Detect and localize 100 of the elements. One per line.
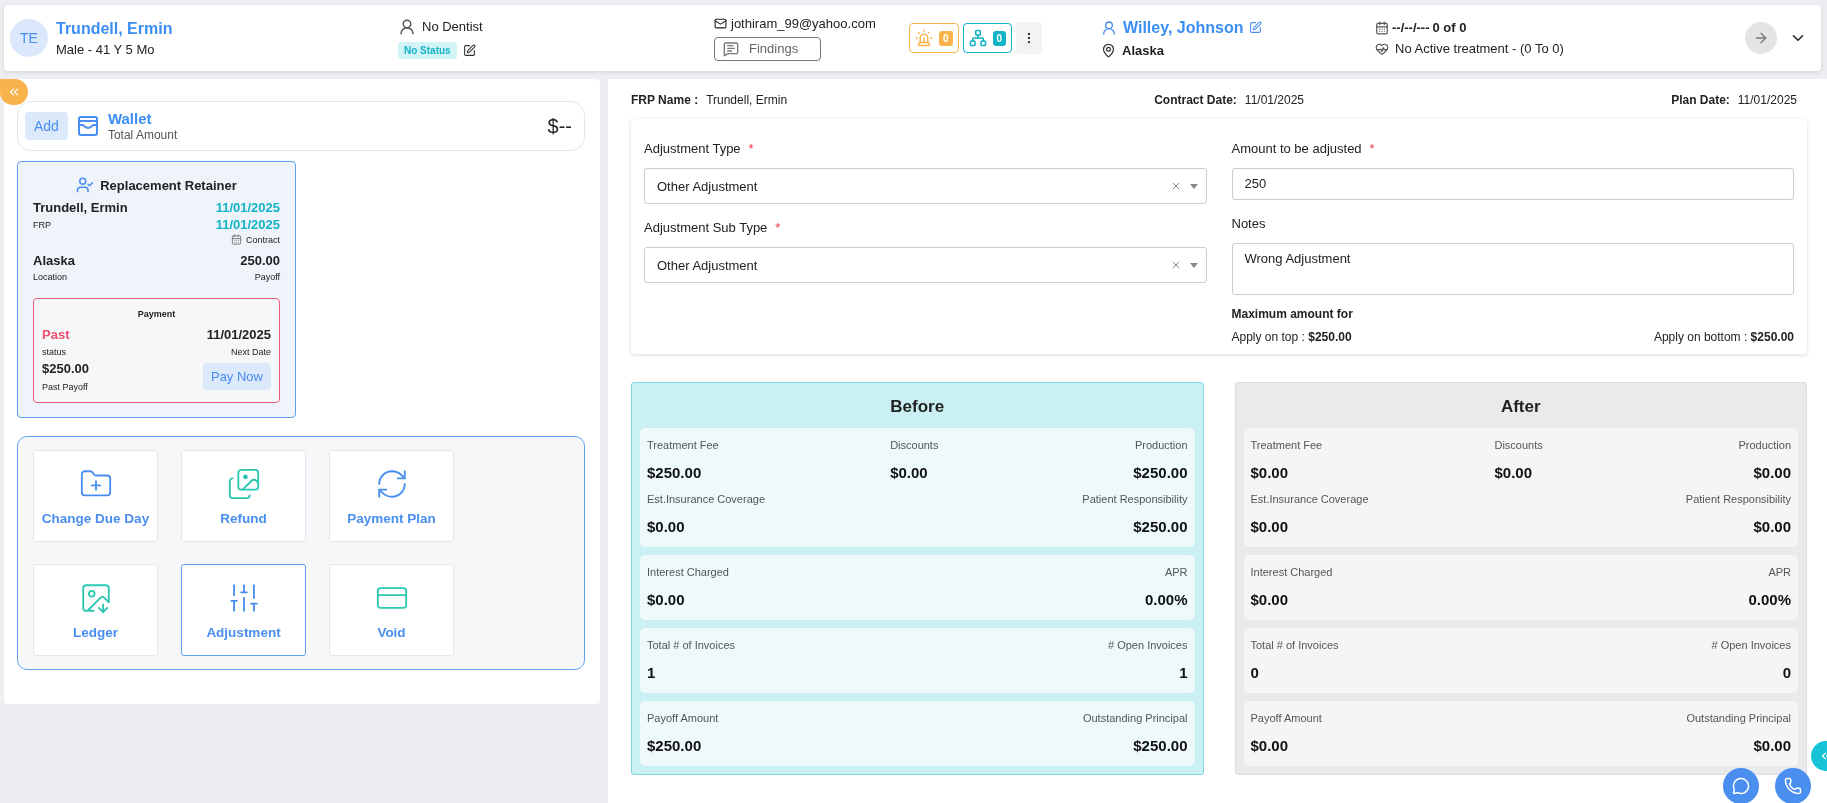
summary-value: 11/01/2025	[1737, 93, 1797, 107]
metric-value: $250.00	[1133, 518, 1188, 535]
field-label: Amount to be adjusted	[1231, 141, 1362, 156]
edit-icon[interactable]	[462, 43, 476, 57]
metric-label: Treatment Fee	[647, 439, 719, 451]
metric-value: $250.00	[647, 737, 702, 754]
metric-label: Treatment Fee	[1250, 439, 1323, 451]
plan-location: Alaska	[33, 253, 75, 268]
payment-status: Past	[42, 327, 70, 342]
field-label: Adjustment Sub Type	[644, 220, 768, 235]
metric-value: 0	[1782, 664, 1791, 681]
treatment-status: No Active treatment - (0 To 0)	[1395, 41, 1564, 56]
metric-label: Total # of Invoices	[647, 639, 736, 651]
payment-label: Next Date	[230, 347, 271, 357]
metric-label: Payoff Amount	[1250, 712, 1322, 724]
metric-value: $250.00	[647, 464, 702, 481]
action-tile[interactable]: Ledger	[33, 564, 158, 656]
metric-value: $0.00	[890, 464, 928, 481]
hierarchy-icon	[968, 29, 987, 47]
notes-field[interactable]: Wrong Adjustment	[1231, 243, 1794, 295]
metric-value: 0.00%	[1144, 591, 1188, 608]
metric-label: Patient Responsibility	[1082, 493, 1188, 505]
metric-value: $250.00	[1133, 737, 1188, 754]
plan-label: Payoff	[254, 272, 280, 282]
metric-value: $0.00	[1753, 464, 1791, 481]
metric-label: Outstanding Principal	[1686, 712, 1791, 724]
alert-button[interactable]: 0	[909, 23, 959, 53]
findings-button[interactable]: Findings	[714, 36, 821, 61]
metric-value: 1	[647, 664, 656, 681]
field-label: Notes	[1231, 216, 1266, 231]
chat-bubble-icon	[723, 40, 739, 57]
photos-icon	[226, 466, 261, 501]
summary-label: Contract Date:	[1154, 93, 1237, 107]
location-pin-icon	[1101, 42, 1116, 58]
action-tile[interactable]: Payment Plan	[329, 450, 454, 542]
metric-label: Payoff Amount	[647, 712, 719, 724]
next-button[interactable]	[1745, 22, 1777, 54]
metric-value: 0.00%	[1748, 591, 1791, 608]
apply-top: Apply on top : $250.00	[1231, 330, 1352, 344]
metric-label: Production	[1134, 439, 1188, 451]
plan-title: Replacement Retainer	[100, 177, 237, 193]
plan-label: FRP	[33, 219, 51, 230]
calendar-icon	[231, 234, 242, 245]
patient-details: Male - 41 Y 5 Mo	[56, 41, 156, 57]
siren-icon	[915, 29, 933, 47]
action-tile[interactable]: Void	[329, 564, 454, 656]
wallet-icon	[75, 114, 100, 138]
wallet-subtitle: Total Amount	[107, 128, 179, 142]
metric-label: Interest Charged	[1250, 566, 1333, 578]
field-label: Adjustment Type	[644, 141, 741, 156]
select-field[interactable]: Other Adjustment	[644, 168, 1207, 204]
metric-label: Interest Charged	[647, 566, 729, 578]
action-tile[interactable]: Change Due Day	[33, 450, 158, 542]
payment-title: Payment	[137, 309, 176, 319]
email: jothiram_99@yahoo.com	[731, 15, 876, 31]
calendar-icon	[1375, 20, 1389, 35]
caret-icon[interactable]	[1189, 183, 1198, 189]
input-field[interactable]: 250	[1231, 168, 1794, 200]
action-tile[interactable]: Adjustment	[181, 564, 306, 656]
action-tile[interactable]: Refund	[181, 450, 306, 542]
add-button[interactable]: Add	[25, 112, 68, 140]
patient-name[interactable]: Trundell, Ermin	[56, 19, 173, 38]
user-check-icon	[76, 176, 95, 194]
avatar[interactable]: TE	[10, 19, 48, 57]
metric-value: $250.00	[1133, 464, 1188, 481]
provider-name[interactable]: Willey, Johnson	[1123, 18, 1244, 37]
heart-pulse-icon	[1375, 41, 1389, 56]
status-badge: No Status	[398, 41, 457, 59]
plan-label: Location	[33, 272, 68, 282]
location: Alaska	[1122, 42, 1164, 58]
metric-label: Discounts	[890, 439, 939, 451]
metric-value: 0	[1250, 664, 1259, 681]
collapse-button[interactable]	[0, 79, 28, 105]
metric-label: Patient Responsibility	[1685, 493, 1791, 505]
metric-value: $0.00	[1250, 464, 1289, 481]
arrow-right-icon	[1753, 30, 1769, 46]
metric-value: $0.00	[647, 518, 685, 535]
plan-card[interactable]: Replacement Retainer Trundell, Ermin 11/01/2025 FRP 11/01/2025 Contract Alaska 250.00 Location Payoff Payment Past 11/01/2025 status Next Date $250.00 Past Payoff Pay Now	[17, 161, 296, 418]
dentist-icon	[398, 17, 416, 36]
plan-label: Contract	[246, 234, 280, 245]
hierarchy-button[interactable]: 0	[962, 23, 1013, 53]
summary-value: Trundell, Ermin	[706, 93, 788, 107]
metric-label: Est.Insurance Coverage	[647, 493, 765, 505]
pay-now-button[interactable]: Pay Now	[202, 363, 271, 390]
metric-value: $0.00	[1753, 737, 1791, 754]
summary-label: FRP Name :	[631, 93, 699, 107]
select-field[interactable]: Other Adjustment	[644, 247, 1207, 283]
plan-name: Trundell, Ermin	[33, 200, 128, 215]
caret-icon[interactable]	[1189, 262, 1198, 268]
metric-value: $0.00	[1494, 464, 1532, 481]
metric-value: $0.00	[1250, 518, 1289, 535]
summary-value: 11/01/2025	[1244, 93, 1305, 107]
next-date: 11/01/2025	[206, 327, 271, 342]
metric-label: Total # of Invoices	[1250, 639, 1339, 651]
plan-date: 11/01/2025	[215, 217, 280, 232]
summary-label: Plan Date:	[1671, 93, 1730, 107]
payment-label: status	[42, 347, 66, 357]
required-mark: *	[748, 141, 754, 156]
metric-value: $0.00	[1250, 737, 1289, 754]
dentist-name: No Dentist	[422, 19, 483, 34]
